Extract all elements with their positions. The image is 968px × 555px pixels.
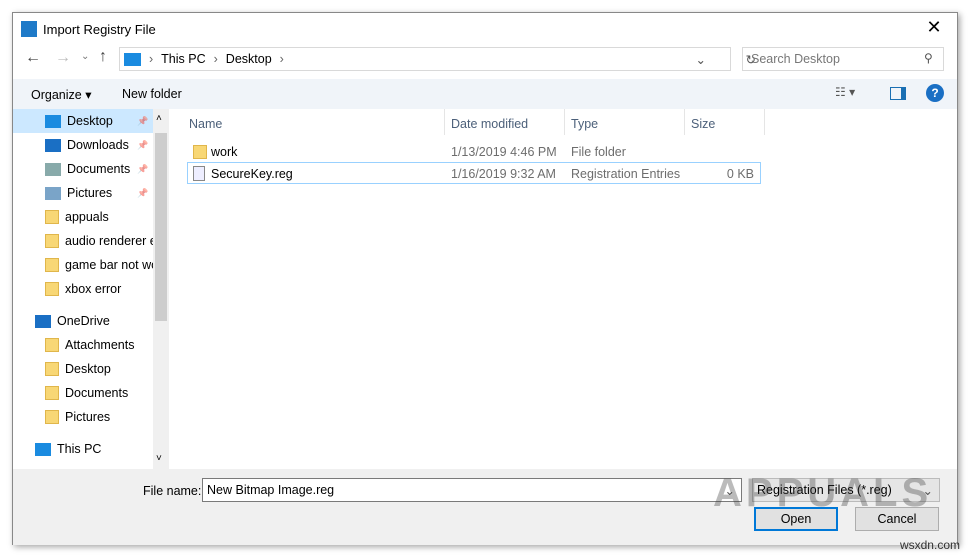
- search-input[interactable]: Search Desktop: [742, 47, 944, 71]
- file-name-label: File name:: [143, 484, 202, 498]
- sidebar-item-label: Desktop: [67, 114, 113, 128]
- sidebar-item-label: Pictures: [65, 410, 111, 424]
- sidebar-item[interactable]: Documents 📌: [13, 157, 153, 181]
- column-size[interactable]: Size: [685, 109, 765, 135]
- folder-icon: [45, 258, 59, 272]
- pin-icon: 📌: [137, 163, 149, 174]
- preview-pane-icon[interactable]: [890, 87, 906, 100]
- file-row[interactable]: work 1/13/2019 4:46 PM File folder: [187, 141, 761, 163]
- pin-icon: 📌: [137, 115, 149, 126]
- download-icon: [45, 138, 61, 152]
- view-options-icon[interactable]: ☷ ▾: [835, 85, 855, 99]
- reg-file-icon: [193, 166, 205, 181]
- appuals-watermark: APPUALS: [713, 471, 933, 515]
- sidebar-item-label: Pictures: [67, 186, 113, 200]
- column-name[interactable]: Name: [183, 109, 445, 135]
- folder-icon: [193, 145, 207, 159]
- dialog-title: Import Registry File: [43, 22, 156, 37]
- sidebar-item[interactable]: audio renderer e: [13, 229, 153, 253]
- documents-icon: [45, 162, 61, 176]
- folder-icon: [45, 282, 59, 296]
- pin-icon: 📌: [137, 139, 149, 150]
- breadcrumb-desktop[interactable]: Desktop: [226, 52, 272, 66]
- folder-icon: [45, 386, 59, 400]
- sidebar-item[interactable]: appuals: [13, 205, 153, 229]
- folder-icon: [45, 362, 59, 376]
- sidebar-item[interactable]: Pictures: [13, 405, 153, 429]
- sidebar-item-label: audio renderer e: [65, 234, 153, 248]
- sidebar-item[interactable]: Documents: [13, 381, 153, 405]
- close-button[interactable]: ✕: [919, 17, 949, 38]
- sidebar-item-label: appuals: [65, 210, 109, 224]
- organize-button[interactable]: Organize ▾: [31, 87, 91, 102]
- sidebar-item[interactable]: Downloads 📌: [13, 133, 153, 157]
- folder-icon: [45, 338, 59, 352]
- help-icon[interactable]: ?: [926, 84, 944, 102]
- sidebar-item-label: xbox error: [65, 282, 122, 296]
- import-dialog: Import Registry File ✕ ← → ⌄ ↑ › This PC…: [12, 12, 958, 545]
- sidebar-item[interactable]: Desktop 📌: [13, 109, 153, 133]
- file-type: Registration Entries: [571, 167, 681, 181]
- sidebar-item[interactable]: Desktop: [13, 357, 153, 381]
- file-type: File folder: [571, 145, 626, 159]
- registry-icon: [21, 21, 37, 37]
- sidebar-item-label: OneDrive: [57, 314, 110, 328]
- address-dropdown-icon[interactable]: ⌄: [696, 52, 706, 67]
- breadcrumb-this-pc[interactable]: This PC: [161, 52, 205, 66]
- address-bar[interactable]: › This PC › Desktop › ⌄ ↻: [119, 47, 756, 71]
- pictures-icon: [45, 186, 61, 200]
- sidebar-scrollbar[interactable]: ˄ ˅: [153, 109, 169, 469]
- toolbar: Organize ▾ New folder ☷ ▾ ?: [13, 79, 957, 109]
- file-name-value: New Bitmap Image.reg: [207, 483, 335, 497]
- sidebar-item-label: Attachments: [65, 338, 135, 352]
- folder-icon: [45, 210, 59, 224]
- sidebar-item-label: Downloads: [67, 138, 129, 152]
- folder-icon: [45, 234, 59, 248]
- sidebar-item-label: This PC: [57, 442, 102, 456]
- sidebar-item[interactable]: game bar not wo: [13, 253, 153, 277]
- file-name: work: [211, 145, 238, 159]
- recent-dropdown[interactable]: ⌄: [81, 51, 89, 62]
- file-name: SecureKey.reg: [211, 167, 293, 181]
- folder-icon: [45, 410, 59, 424]
- bottom-panel: File name: New Bitmap Image.reg ⌄ Registr…: [13, 469, 957, 545]
- site-watermark: wsxdn.com: [899, 538, 960, 552]
- desktop-icon: [45, 114, 61, 128]
- sidebar-item-label: Documents: [65, 386, 129, 400]
- sidebar-item-label: game bar not wo: [65, 258, 153, 272]
- file-date: 1/16/2019 9:32 AM: [451, 167, 556, 181]
- pc-icon: [35, 442, 51, 456]
- sidebar-item[interactable]: xbox error: [13, 277, 153, 301]
- forward-button[interactable]: →: [55, 49, 71, 67]
- back-button[interactable]: ←: [25, 49, 41, 67]
- search-icon: ⚲: [924, 51, 933, 65]
- up-button[interactable]: ↑: [99, 48, 107, 66]
- navigation-pane: Desktop 📌 Downloads 📌 Documents 📌 Pictures 📌 app…: [13, 109, 169, 469]
- pin-icon: 📌: [137, 187, 149, 198]
- column-date-modified[interactable]: Date modified: [445, 109, 565, 135]
- file-row-selected[interactable]: SecureKey.reg 1/16/2019 9:32 AM Registra…: [187, 162, 761, 184]
- sidebar-item[interactable]: This PC: [13, 437, 153, 461]
- sidebar-item-label: Documents: [67, 162, 131, 176]
- sidebar-item[interactable]: OneDrive: [13, 309, 153, 333]
- pc-icon: [124, 52, 141, 66]
- sidebar-item-label: Desktop: [65, 362, 111, 376]
- column-type[interactable]: Type: [565, 109, 685, 135]
- sidebar-item[interactable]: Attachments: [13, 333, 153, 357]
- sidebar-item[interactable]: Pictures 📌: [13, 181, 153, 205]
- file-date: 1/13/2019 4:46 PM: [451, 145, 557, 159]
- file-name-input[interactable]: New Bitmap Image.reg ⌄: [202, 478, 742, 502]
- cloud-icon: [35, 314, 51, 328]
- file-size: 0 KB: [726, 167, 754, 181]
- new-folder-button[interactable]: New folder: [122, 87, 182, 101]
